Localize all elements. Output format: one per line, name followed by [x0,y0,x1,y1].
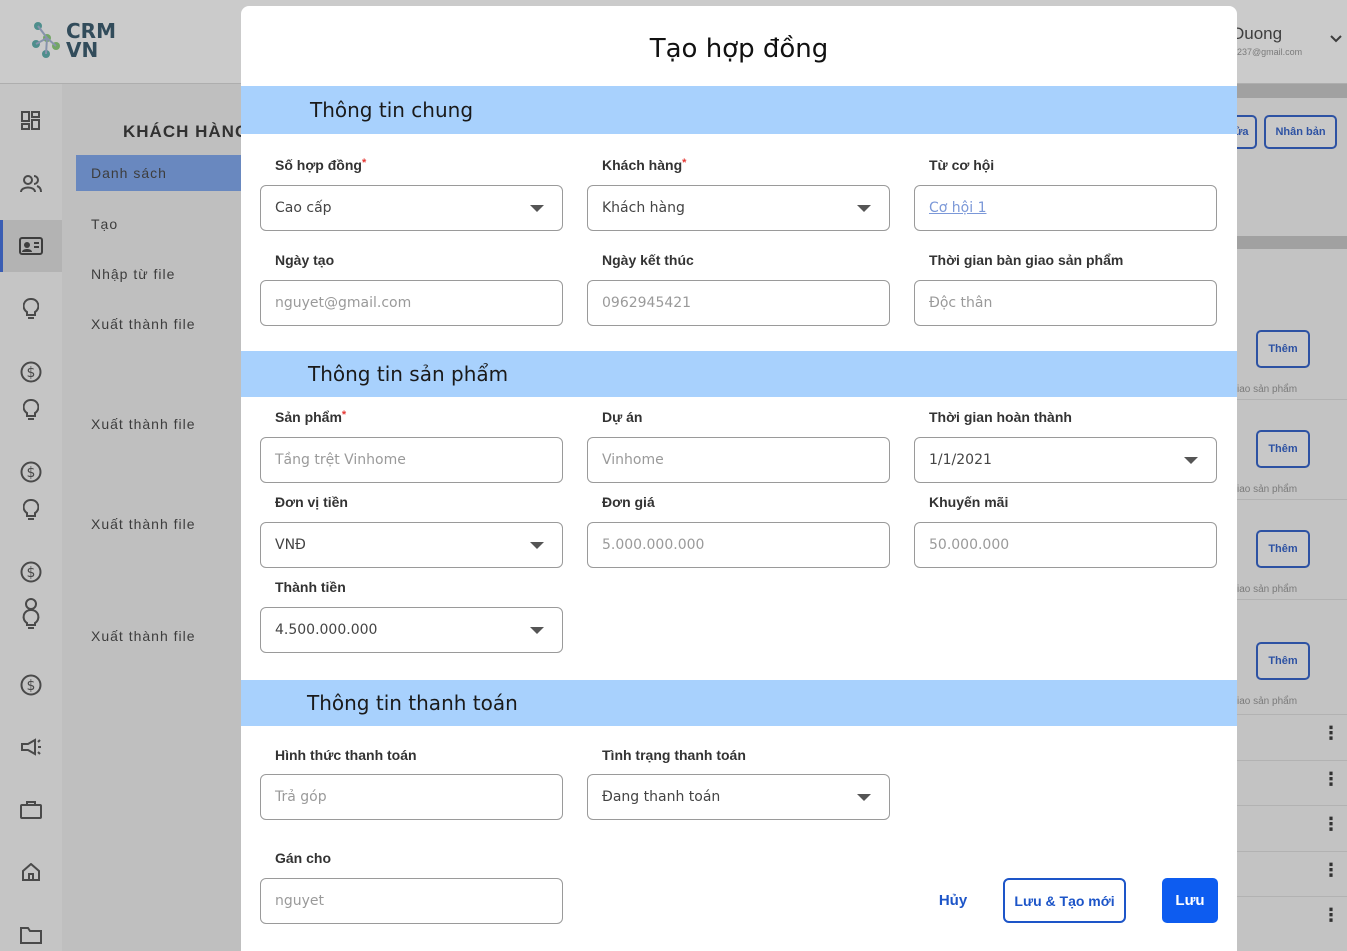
project-label: Dự án [602,409,643,425]
payment-method-input[interactable]: Trả góp [260,774,563,820]
currency-value: VNĐ [275,537,306,553]
required-marker: * [341,409,347,421]
create-contract-modal: Tạo hợp đồng Thông tin chung Số hợp đồng… [241,6,1237,951]
section-title: Thông tin chung [310,98,474,122]
unit-price-input[interactable]: 5.000.000.000 [587,522,890,568]
created-date-placeholder: nguyet@gmail.com [275,295,412,311]
section-title: Thông tin sản phẩm [308,362,509,386]
caret-down-icon [857,205,871,212]
payment-status-select[interactable]: Đang thanh toán [587,774,890,820]
project-placeholder: Vinhome [602,452,664,468]
assign-to-placeholder: nguyet [275,893,325,909]
product-label: Sản phẩm* [275,409,347,425]
end-date-placeholder: 0962945421 [602,295,692,311]
save-button[interactable]: Lưu [1162,878,1218,923]
required-marker: * [682,157,687,169]
assign-to-input[interactable]: nguyet [260,878,563,924]
unit-price-placeholder: 5.000.000.000 [602,537,705,553]
caret-down-icon [530,205,544,212]
currency-select[interactable]: VNĐ [260,522,563,568]
created-date-input[interactable]: nguyet@gmail.com [260,280,563,326]
unit-price-label: Đơn giá [602,494,655,510]
section-payment: Thông tin thanh toán [241,680,1237,726]
customer-value: Khách hàng [602,200,685,216]
caret-down-icon [530,627,544,634]
customer-select[interactable]: Khách hàng [587,185,890,231]
opportunity-link[interactable]: Cơ hội 1 [929,200,986,216]
payment-status-label: Tình trạng thanh toán [602,747,746,763]
handover-time-input[interactable]: Độc thân [914,280,1217,326]
completion-time-value: 1/1/2021 [929,452,992,468]
section-product: Thông tin sản phẩm [241,351,1237,397]
created-date-label: Ngày tạo [275,252,335,268]
caret-down-icon [857,794,871,801]
cancel-button[interactable]: Hủy [923,878,983,922]
currency-label: Đơn vị tiền [275,494,348,510]
section-general: Thông tin chung [241,86,1237,134]
caret-down-icon [530,542,544,549]
product-placeholder: Tầng trệt Vinhome [275,452,406,468]
customer-label: Khách hàng* [602,157,687,173]
contract-no-value: Cao cấp [275,200,332,216]
total-select[interactable]: 4.500.000.000 [260,607,563,653]
total-label: Thành tiền [275,579,346,595]
section-title: Thông tin thanh toán [307,691,518,715]
discount-label: Khuyến mãi [929,494,1009,510]
handover-time-label: Thời gian bàn giao sản phẩm [929,252,1124,268]
caret-down-icon [1184,457,1198,464]
contract-no-select[interactable]: Cao cấp [260,185,563,231]
opportunity-field[interactable]: Cơ hội 1 [914,185,1217,231]
opportunity-label: Từ cơ hội [929,157,995,173]
contract-no-label: Số hợp đồng* [275,157,367,173]
discount-input[interactable]: 50.000.000 [914,522,1217,568]
assign-to-label: Gán cho [275,850,332,866]
payment-status-value: Đang thanh toán [602,789,721,805]
payment-method-label: Hình thức thanh toán [275,747,417,763]
project-input[interactable]: Vinhome [587,437,890,483]
total-value: 4.500.000.000 [275,622,378,638]
end-date-input[interactable]: 0962945421 [587,280,890,326]
product-input[interactable]: Tầng trệt Vinhome [260,437,563,483]
modal-title: Tạo hợp đồng [649,34,829,64]
completion-time-label: Thời gian hoàn thành [929,409,1072,425]
end-date-label: Ngày kết thúc [602,252,694,268]
handover-time-placeholder: Độc thân [929,295,993,311]
payment-method-placeholder: Trả góp [275,789,327,805]
required-marker: * [361,157,367,169]
save-and-new-button[interactable]: Lưu & Tạo mới [1003,878,1126,923]
discount-placeholder: 50.000.000 [929,537,1010,553]
completion-time-select[interactable]: 1/1/2021 [914,437,1217,483]
